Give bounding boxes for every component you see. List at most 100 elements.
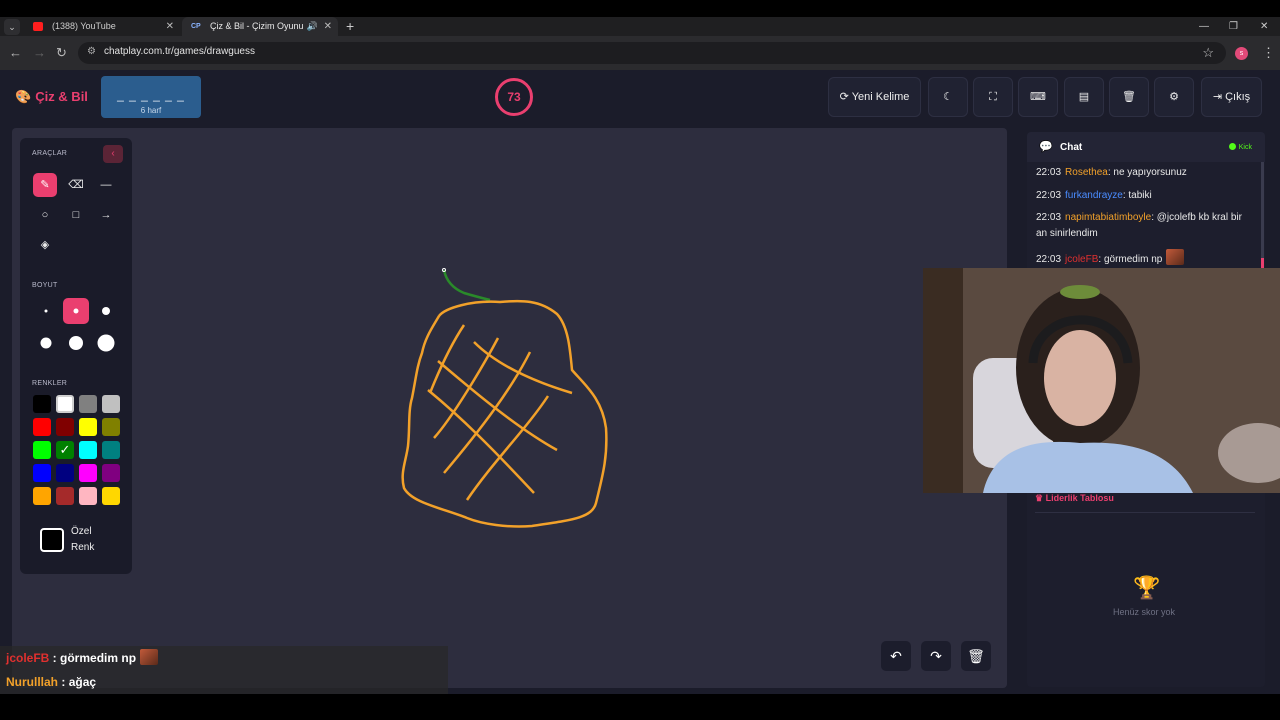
leaderboard-empty: Henüz skor yok bbox=[1113, 607, 1176, 617]
tab-search-icon[interactable]: ⌄ bbox=[4, 19, 20, 35]
tab-cizbil[interactable]: CP Çiz & Bil - Çizim Oyunu 🔊 ✕ bbox=[182, 17, 338, 36]
color-swatch[interactable] bbox=[79, 395, 97, 413]
undo-button[interactable]: ↶ bbox=[881, 641, 911, 671]
crown-icon: ♛ bbox=[1035, 493, 1046, 503]
chat-header: 💬 Chat Kick bbox=[1027, 132, 1265, 162]
minimize-icon[interactable]: — bbox=[1199, 17, 1209, 36]
brush-icon: ✎ bbox=[40, 179, 50, 191]
color-swatch[interactable] bbox=[33, 418, 51, 436]
new-word-label: Yeni Kelime bbox=[851, 91, 910, 103]
word-length: 6 harf bbox=[140, 106, 162, 115]
maximize-icon[interactable]: ❐ bbox=[1229, 17, 1238, 36]
brush-tool[interactable]: ✎ bbox=[33, 173, 57, 197]
collapse-toolbox-button[interactable]: ‹ bbox=[103, 145, 123, 163]
color-swatch[interactable] bbox=[102, 395, 120, 413]
redo-button[interactable]: ↷ bbox=[921, 641, 951, 671]
custom-color-button[interactable] bbox=[40, 528, 64, 552]
color-swatch[interactable] bbox=[102, 418, 120, 436]
exit-button[interactable]: ⇥ Çıkış bbox=[1201, 77, 1262, 117]
moon-icon: ☾ bbox=[943, 91, 953, 103]
forward-icon[interactable]: → bbox=[33, 45, 46, 61]
color-swatch[interactable] bbox=[33, 464, 51, 482]
check-icon: ✓ bbox=[59, 442, 71, 457]
color-swatch[interactable] bbox=[56, 487, 74, 505]
line-tool[interactable]: — bbox=[94, 173, 118, 197]
color-swatch[interactable]: ✓ bbox=[56, 441, 74, 459]
tab-title: Çiz & Bil - Çizim Oyunu bbox=[210, 21, 304, 31]
gear-icon: ⚙ bbox=[1169, 91, 1179, 103]
profile-avatar[interactable]: s bbox=[1235, 47, 1248, 60]
logo-text: Çiz & Bil bbox=[35, 89, 88, 104]
word-blanks: _ _ _ _ _ _ bbox=[117, 88, 185, 102]
chat-title: Chat bbox=[1060, 142, 1083, 153]
stream-overlay-message: Nurulllah : ağaç bbox=[0, 670, 448, 694]
new-tab-icon[interactable]: + bbox=[346, 17, 354, 35]
custom-color-label: Özel Renk bbox=[71, 526, 95, 553]
browser-menu-icon[interactable]: ⋮ bbox=[1262, 45, 1275, 61]
size-5-button[interactable] bbox=[63, 330, 89, 356]
size-1-button[interactable] bbox=[33, 298, 59, 324]
eraser-icon: ⌫ bbox=[68, 179, 84, 191]
circle-tool[interactable]: ○ bbox=[33, 203, 57, 227]
color-swatch[interactable] bbox=[33, 487, 51, 505]
close-window-icon[interactable]: ✕ bbox=[1260, 17, 1268, 36]
live-dot-icon bbox=[1228, 143, 1236, 150]
tab-youtube[interactable]: (1388) YouTube ✕ bbox=[24, 17, 180, 36]
drawing-canvas[interactable] bbox=[12, 128, 1007, 688]
color-swatch[interactable] bbox=[102, 441, 120, 459]
exit-icon: ⇥ bbox=[1212, 91, 1226, 103]
color-swatch[interactable] bbox=[33, 395, 51, 413]
close-tab-icon[interactable]: ✕ bbox=[324, 17, 332, 36]
address-bar[interactable]: ⚙ chatplay.com.tr/games/drawguess ☆ bbox=[78, 42, 1226, 64]
color-swatch[interactable] bbox=[79, 464, 97, 482]
color-swatch[interactable] bbox=[79, 418, 97, 436]
bookmark-star-icon[interactable]: ☆ bbox=[1202, 45, 1214, 61]
fill-tool[interactable]: ◈ bbox=[33, 233, 57, 257]
stroke-cross-4 bbox=[465, 395, 550, 501]
size-3-button[interactable] bbox=[93, 298, 119, 324]
arrow-icon: → bbox=[100, 209, 112, 221]
rectangle-tool[interactable]: □ bbox=[64, 203, 88, 227]
redo-icon: ↷ bbox=[930, 648, 942, 664]
color-swatch[interactable] bbox=[33, 441, 51, 459]
platform-status: Kick bbox=[1228, 143, 1252, 151]
archive-button[interactable]: ▤ bbox=[1064, 77, 1104, 117]
size-2-button[interactable] bbox=[63, 298, 89, 324]
clear-canvas-button[interactable]: 🗑 bbox=[961, 641, 991, 671]
keyboard-button[interactable]: ⌨ bbox=[1018, 77, 1058, 117]
eraser-tool[interactable]: ⌫ bbox=[64, 173, 88, 197]
exit-label: Çıkış bbox=[1225, 91, 1251, 103]
new-word-button[interactable]: ⟳ Yeni Kelime bbox=[828, 77, 921, 117]
app-logo[interactable]: 🎨 Çiz & Bil bbox=[15, 89, 88, 105]
dark-mode-button[interactable]: ☾ bbox=[928, 77, 968, 117]
trophy-icon: 🏆 bbox=[1133, 575, 1161, 600]
back-icon[interactable]: ← bbox=[9, 45, 22, 61]
color-swatch[interactable] bbox=[56, 418, 74, 436]
chevron-left-icon: ‹ bbox=[111, 148, 115, 159]
color-swatch[interactable] bbox=[102, 464, 120, 482]
arrow-tool[interactable]: → bbox=[94, 203, 118, 227]
size-4-button[interactable] bbox=[33, 330, 59, 356]
settings-button[interactable]: ⚙ bbox=[1154, 77, 1194, 117]
site-info-icon[interactable]: ⚙ bbox=[87, 46, 96, 57]
fullscreen-icon: ⛶ bbox=[989, 91, 997, 103]
color-swatch[interactable] bbox=[79, 441, 97, 459]
color-swatch[interactable] bbox=[56, 464, 74, 482]
color-swatch[interactable] bbox=[102, 487, 120, 505]
game-header: 🎨 Çiz & Bil _ _ _ _ _ _ 6 harf 73 ⟳ Yeni … bbox=[0, 70, 1280, 124]
speaker-icon[interactable]: 🔊 bbox=[307, 17, 318, 36]
word-hint-box: _ _ _ _ _ _ 6 harf bbox=[101, 76, 201, 118]
chat-scrollbar[interactable] bbox=[1261, 162, 1264, 268]
trash-icon: 🗑 bbox=[1122, 91, 1136, 103]
color-swatch[interactable] bbox=[56, 395, 74, 413]
leaderboard-title: ♛ Liderlik Tablosu bbox=[1035, 493, 1114, 503]
reload-icon[interactable]: ↻ bbox=[56, 45, 67, 61]
webcam-overlay bbox=[923, 268, 1280, 493]
size-6-button[interactable] bbox=[93, 330, 119, 356]
close-tab-icon[interactable]: ✕ bbox=[166, 17, 174, 36]
color-swatch[interactable] bbox=[79, 487, 97, 505]
fullscreen-button[interactable]: ⛶ bbox=[973, 77, 1013, 117]
palette-icon: 🎨 bbox=[15, 89, 32, 104]
stroke-stem bbox=[442, 269, 491, 302]
clear-button[interactable]: 🗑 bbox=[1109, 77, 1149, 117]
